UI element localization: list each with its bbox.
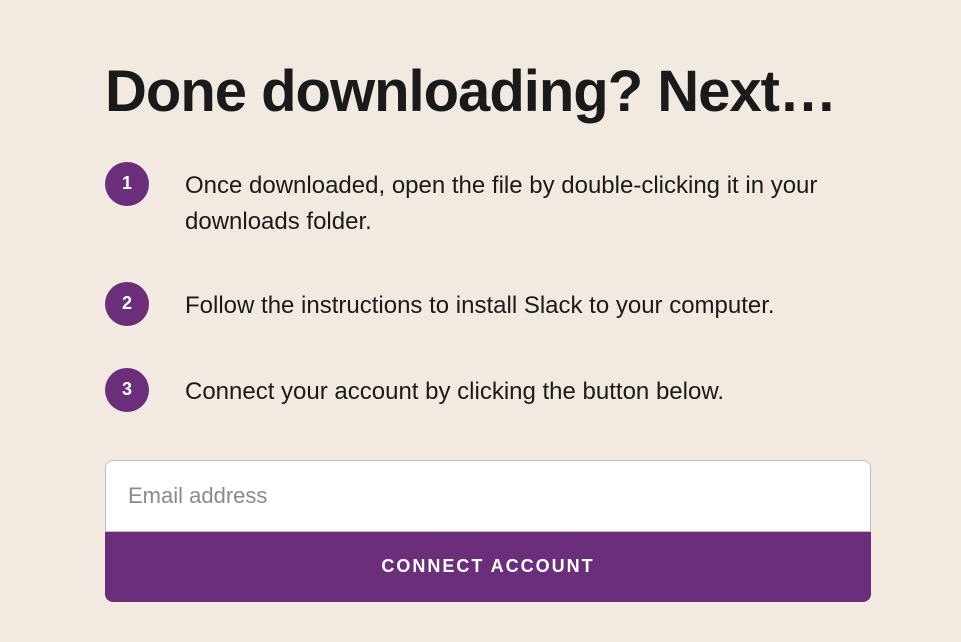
step-number-badge: 3: [105, 368, 149, 412]
connect-form: CONNECT ACCOUNT: [105, 460, 871, 602]
step-text: Connect your account by clicking the but…: [185, 368, 724, 410]
connect-account-button[interactable]: CONNECT ACCOUNT: [105, 532, 871, 602]
step-item: 2 Follow the instructions to install Sla…: [105, 282, 871, 326]
step-item: 3 Connect your account by clicking the b…: [105, 368, 871, 412]
steps-list: 1 Once downloaded, open the file by doub…: [105, 162, 871, 412]
main-container: Done downloading? Next… 1 Once downloade…: [0, 0, 961, 642]
step-text: Once downloaded, open the file by double…: [185, 162, 871, 240]
step-number-badge: 1: [105, 162, 149, 206]
step-item: 1 Once downloaded, open the file by doub…: [105, 162, 871, 240]
step-number-badge: 2: [105, 282, 149, 326]
step-text: Follow the instructions to install Slack…: [185, 282, 775, 324]
email-field[interactable]: [105, 460, 871, 532]
page-title: Done downloading? Next…: [105, 60, 871, 124]
